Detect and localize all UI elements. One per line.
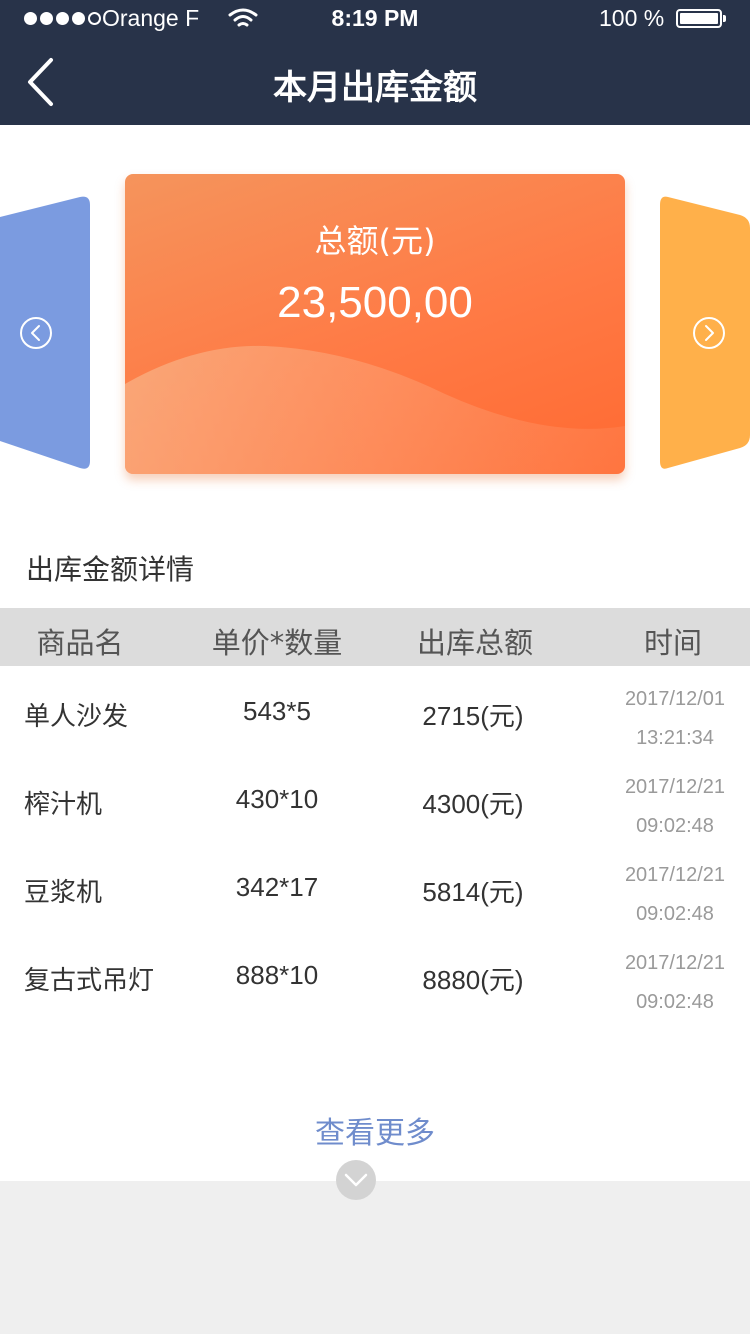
table-header: 商品名 单价*数量 出库总额 时间 (0, 608, 750, 666)
column-header-time: 时间 (643, 626, 702, 660)
row-time: 09:02:48 (636, 815, 714, 837)
row-timestamp: 2017/12/01 13:21:34 (602, 680, 748, 758)
outbound-amount: 8880(元) (422, 965, 524, 995)
row-time: 13:21:34 (636, 727, 714, 749)
unit-price-qty: 342*17 (235, 872, 319, 902)
product-name: 复古式吊灯 (24, 966, 155, 996)
column-header-qty: 单价*数量 (211, 626, 343, 660)
unit-price-qty: 430*10 (235, 784, 319, 814)
battery-percent: 100 % (599, 5, 665, 31)
page-title: 本月出库金额 (273, 68, 477, 108)
status-bar: Orange F 8:19 PM 100 % (0, 0, 750, 40)
section-title: 出库金额详情 (26, 553, 195, 586)
prev-card[interactable] (0, 195, 92, 471)
unit-price-qty: 543*5 (243, 696, 311, 726)
outbound-amount: 4300(元) (422, 789, 524, 819)
row-timestamp: 2017/12/21 09:02:48 (602, 856, 748, 934)
column-header-name: 商品名 (36, 626, 124, 660)
row-date: 2017/12/21 (624, 776, 726, 798)
view-more-link[interactable]: 查看更多 (0, 1108, 750, 1152)
card-label: 总额(元) (314, 222, 436, 260)
row-time: 09:02:48 (636, 991, 714, 1013)
table-row[interactable]: 单人沙发 543*5 2715(元) 2017/12/01 13:21:34 (0, 668, 750, 756)
column-header-amount: 出库总额 (416, 626, 533, 660)
battery-icon (676, 9, 726, 28)
next-card[interactable] (656, 195, 750, 471)
unit-price-qty: 888*10 (235, 960, 319, 990)
expand-more-button[interactable] (336, 1160, 376, 1200)
top-bar: Orange F 8:19 PM 100 % 本月出库金额 (0, 0, 750, 125)
row-timestamp: 2017/12/21 09:02:48 (602, 768, 748, 846)
row-timestamp: 2017/12/21 09:02:48 (602, 944, 748, 1022)
row-date: 2017/12/21 (624, 864, 726, 886)
outbound-amount: 5814(元) (422, 877, 524, 907)
summary-card[interactable]: 总额(元) 23,500,00 (125, 174, 625, 474)
outbound-amount: 2715(元) (422, 701, 524, 731)
table-row[interactable]: 豆浆机 342*17 5814(元) 2017/12/21 09:02:48 (0, 844, 750, 932)
row-date: 2017/12/01 (624, 688, 726, 710)
row-time: 09:02:48 (636, 903, 714, 925)
card-total-value: 23,500,00 (277, 278, 473, 327)
product-name: 单人沙发 (24, 702, 129, 732)
row-date: 2017/12/21 (624, 952, 726, 974)
product-name: 榨汁机 (24, 790, 103, 820)
table-row[interactable]: 榨汁机 430*10 4300(元) 2017/12/21 09:02:48 (0, 756, 750, 844)
chevron-down-icon (344, 1173, 368, 1187)
footer-area (0, 1181, 750, 1334)
product-name: 豆浆机 (24, 878, 103, 908)
table-row[interactable]: 复古式吊灯 888*10 8880(元) 2017/12/21 09:02:48 (0, 932, 750, 1020)
